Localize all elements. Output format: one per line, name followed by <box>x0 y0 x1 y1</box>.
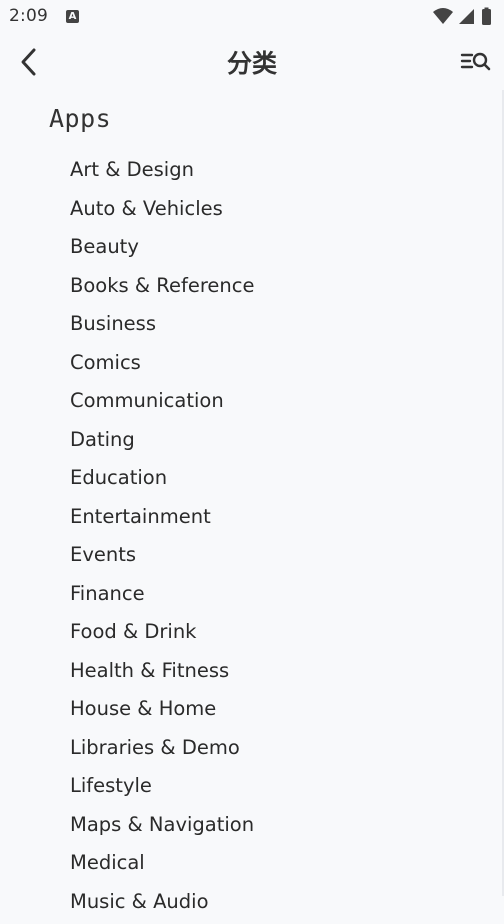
category-item[interactable]: Food & Drink <box>70 616 255 655</box>
category-item[interactable]: House & Home <box>70 693 255 732</box>
category-item[interactable]: Art & Design <box>70 154 255 193</box>
category-item[interactable]: Maps & Navigation <box>70 809 255 848</box>
list-search-icon <box>460 48 492 76</box>
category-item[interactable]: Health & Fitness <box>70 655 255 694</box>
search-list-button[interactable] <box>460 48 492 76</box>
status-time: 2:09 <box>9 6 48 26</box>
category-item[interactable]: Communication <box>70 385 255 424</box>
signal-icon <box>459 9 474 24</box>
notification-app-icon: A <box>66 10 79 23</box>
category-item[interactable]: Comics <box>70 347 255 386</box>
category-item[interactable]: Education <box>70 462 255 501</box>
category-item[interactable]: Lifestyle <box>70 770 255 809</box>
status-bar: 2:09 A <box>0 0 504 34</box>
page-title: 分类 <box>0 44 504 80</box>
category-item[interactable]: Books & Reference <box>70 270 255 309</box>
category-item[interactable]: Business <box>70 308 255 347</box>
category-item[interactable]: Libraries & Demo <box>70 732 255 771</box>
category-list: Art & Design Auto & Vehicles Beauty Book… <box>70 154 255 924</box>
toolbar: 分类 <box>0 34 504 90</box>
category-item[interactable]: Beauty <box>70 231 255 270</box>
section-header-apps: Apps <box>49 104 111 133</box>
category-item[interactable]: Music & Audio <box>70 886 255 924</box>
category-item[interactable]: Finance <box>70 578 255 617</box>
category-item[interactable]: Entertainment <box>70 501 255 540</box>
wifi-icon <box>433 8 453 24</box>
category-item[interactable]: Auto & Vehicles <box>70 193 255 232</box>
category-item[interactable]: Dating <box>70 424 255 463</box>
category-item[interactable]: Medical <box>70 847 255 886</box>
category-item[interactable]: Events <box>70 539 255 578</box>
battery-icon <box>482 8 491 26</box>
status-indicators <box>432 7 494 27</box>
